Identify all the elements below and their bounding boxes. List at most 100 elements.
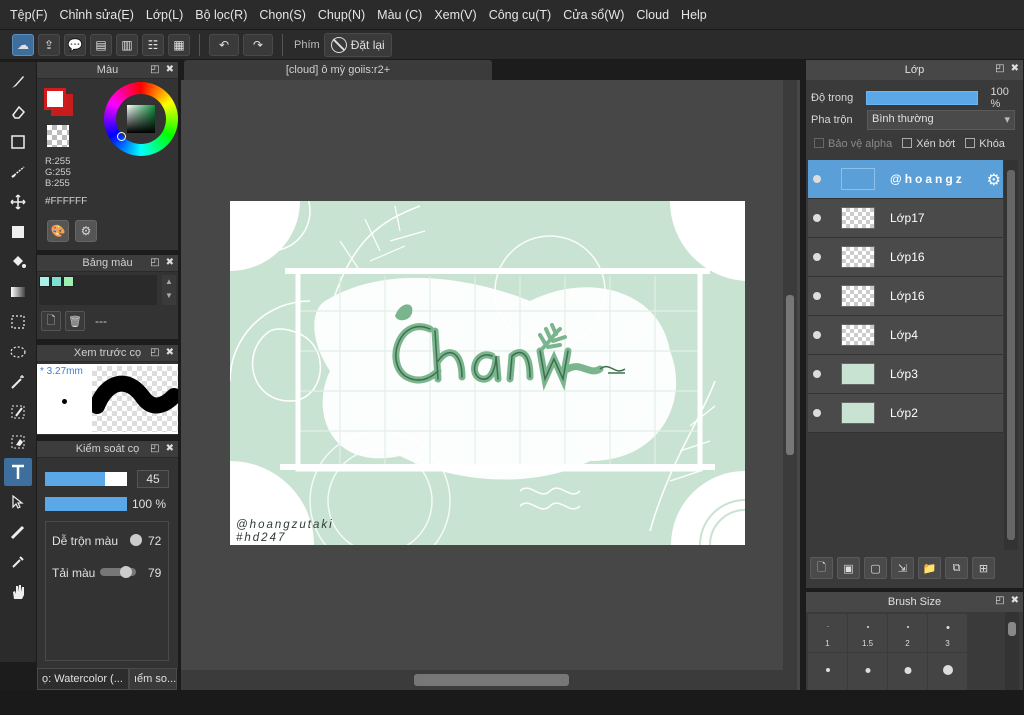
pick-knob[interactable] <box>120 566 132 578</box>
palette-scrollbar[interactable]: ▲ ▼ <box>162 275 176 305</box>
color-settings-icon[interactable]: ⚙ <box>75 220 97 242</box>
menu-select[interactable]: Chọn(S) <box>253 8 312 22</box>
layer-item[interactable]: Lớp4 <box>808 316 1003 355</box>
new-layer-menu-icon[interactable]: ⇲ <box>891 557 914 579</box>
transparent-color-swatch[interactable] <box>47 125 69 147</box>
cloud-icon[interactable]: ☁ <box>12 33 34 56</box>
brush-tab-watercolor[interactable]: ọ: Watercolor (... <box>37 668 129 690</box>
hue-picker[interactable] <box>117 132 126 141</box>
canvas-vertical-scrollbar[interactable] <box>783 80 797 670</box>
bucket-tool-icon[interactable] <box>4 248 32 276</box>
lasso-tool-icon[interactable] <box>4 338 32 366</box>
new-palette-icon[interactable]: 🗋 <box>41 311 61 331</box>
menu-window[interactable]: Cửa sổ(W) <box>557 8 630 22</box>
float-icon[interactable]: ◰ <box>995 63 1004 74</box>
brush-size-option[interactable]: 1.5 <box>848 614 887 652</box>
brush-size-option[interactable] <box>808 653 847 691</box>
float-icon[interactable]: ◰ <box>150 64 159 75</box>
text-tool-icon[interactable] <box>4 458 32 486</box>
document-icon[interactable]: ▥ <box>116 33 138 56</box>
scroll-thumb[interactable] <box>1007 170 1015 540</box>
close-icon[interactable]: ✖ <box>166 257 174 268</box>
close-icon[interactable]: ✖ <box>166 64 174 75</box>
eyedropper-tool-icon[interactable] <box>4 548 32 576</box>
reset-button[interactable]: Đặt lại <box>323 32 392 57</box>
visibility-icon[interactable] <box>813 370 821 378</box>
hand-tool-icon[interactable] <box>4 578 32 606</box>
layer-item[interactable]: Lớp17 <box>808 199 1003 238</box>
duplicate-layer-icon[interactable]: ⧉ <box>945 557 968 579</box>
lock-checkbox[interactable]: Khóa <box>965 138 1005 150</box>
brush-size-scrollbar[interactable] <box>1005 612 1019 690</box>
merge-layer-icon[interactable]: ⊞ <box>972 557 995 579</box>
visibility-icon[interactable] <box>813 253 821 261</box>
protect-alpha-checkbox[interactable]: Bảo vệ alpha <box>814 138 892 150</box>
line-tool-icon[interactable] <box>4 158 32 186</box>
select-eraser-tool-icon[interactable] <box>4 428 32 456</box>
select-pen-tool-icon[interactable] <box>4 398 32 426</box>
grid-icon[interactable]: ▦ <box>168 33 190 56</box>
layer-item[interactable]: Lớp2 <box>808 394 1003 433</box>
scroll-thumb[interactable] <box>786 295 794 455</box>
visibility-icon[interactable] <box>813 292 821 300</box>
layer-item[interactable]: Lớp16 <box>808 238 1003 277</box>
document-tab[interactable]: [cloud] ô mỳ goiis:r2+ <box>184 60 492 80</box>
redo-icon[interactable]: ↷ <box>243 33 273 56</box>
menu-color[interactable]: Màu (C) <box>371 8 428 22</box>
clipping-checkbox[interactable]: Xén bớt <box>902 138 955 150</box>
chat-icon[interactable]: ▤ <box>90 33 112 56</box>
color-wheel[interactable] <box>104 82 178 156</box>
brush-size-option[interactable]: 3 <box>928 614 967 652</box>
layer-opacity-slider[interactable] <box>865 91 979 105</box>
visibility-icon[interactable] <box>813 409 821 417</box>
brush-size-option[interactable] <box>928 653 967 691</box>
blend-mode-select[interactable]: Bình thường <box>867 110 1015 130</box>
foreground-color-swatch[interactable] <box>44 88 66 110</box>
rectangle-tool-icon[interactable] <box>4 128 32 156</box>
menu-edit[interactable]: Chỉnh sửa(E) <box>54 8 140 22</box>
menu-filter[interactable]: Bộ lọc(R) <box>189 8 253 22</box>
new-layer-icon[interactable]: 🗋 <box>810 557 833 579</box>
brush-tool-icon[interactable] <box>4 68 32 96</box>
layer-item[interactable]: Lớp3 <box>808 355 1003 394</box>
share-icon[interactable]: ⇪ <box>38 33 60 56</box>
float-icon[interactable]: ◰ <box>150 347 159 358</box>
menu-file[interactable]: Tệp(F) <box>4 8 54 22</box>
artwork-canvas[interactable]: @hoangzutaki #hd247 <box>230 201 745 545</box>
layer-scrollbar[interactable] <box>1004 160 1018 550</box>
brush-size-option[interactable] <box>888 653 927 691</box>
brush-size-value[interactable]: 45 <box>137 470 169 488</box>
canvas-horizontal-scrollbar[interactable] <box>181 670 797 690</box>
close-icon[interactable]: ✖ <box>1011 595 1019 606</box>
scroll-thumb[interactable] <box>414 674 569 686</box>
menu-capture[interactable]: Chụp(N) <box>312 8 371 22</box>
visibility-icon[interactable] <box>813 175 821 183</box>
float-icon[interactable]: ◰ <box>150 443 159 454</box>
new-layer-8bit-icon[interactable]: ▣ <box>837 557 860 579</box>
menu-layer[interactable]: Lớp(L) <box>140 8 189 22</box>
float-icon[interactable]: ◰ <box>150 257 159 268</box>
menu-view[interactable]: Xem(V) <box>428 8 482 22</box>
brush-tab-control[interactable]: ıểm so... <box>129 668 177 690</box>
visibility-icon[interactable] <box>813 331 821 339</box>
new-layer-1bit-icon[interactable]: ▢ <box>864 557 887 579</box>
layer-item[interactable]: @hoangz ⚙ <box>808 160 1003 199</box>
close-icon[interactable]: ✖ <box>1011 63 1019 74</box>
fill-rect-tool-icon[interactable] <box>4 218 32 246</box>
undo-icon[interactable]: ↶ <box>209 33 239 56</box>
magic-wand-tool-icon[interactable] <box>4 368 32 396</box>
eraser-tool-icon[interactable] <box>4 98 32 126</box>
gradient-tool-icon[interactable] <box>4 278 32 306</box>
color-palette-icon[interactable]: 🎨 <box>47 220 69 242</box>
operation-tool-icon[interactable] <box>4 488 32 516</box>
menu-tools[interactable]: Công cụ(T) <box>483 8 558 22</box>
new-folder-icon[interactable]: 📁 <box>918 557 941 579</box>
palette-swatch[interactable] <box>63 276 74 287</box>
menu-help[interactable]: Help <box>675 8 713 22</box>
brush-size-option[interactable]: 1 <box>808 614 847 652</box>
move-tool-icon[interactable] <box>4 188 32 216</box>
divider-tool-icon[interactable] <box>4 518 32 546</box>
palette-swatch[interactable] <box>51 276 62 287</box>
close-icon[interactable]: ✖ <box>166 443 174 454</box>
comment-icon[interactable]: 💬 <box>64 33 86 56</box>
